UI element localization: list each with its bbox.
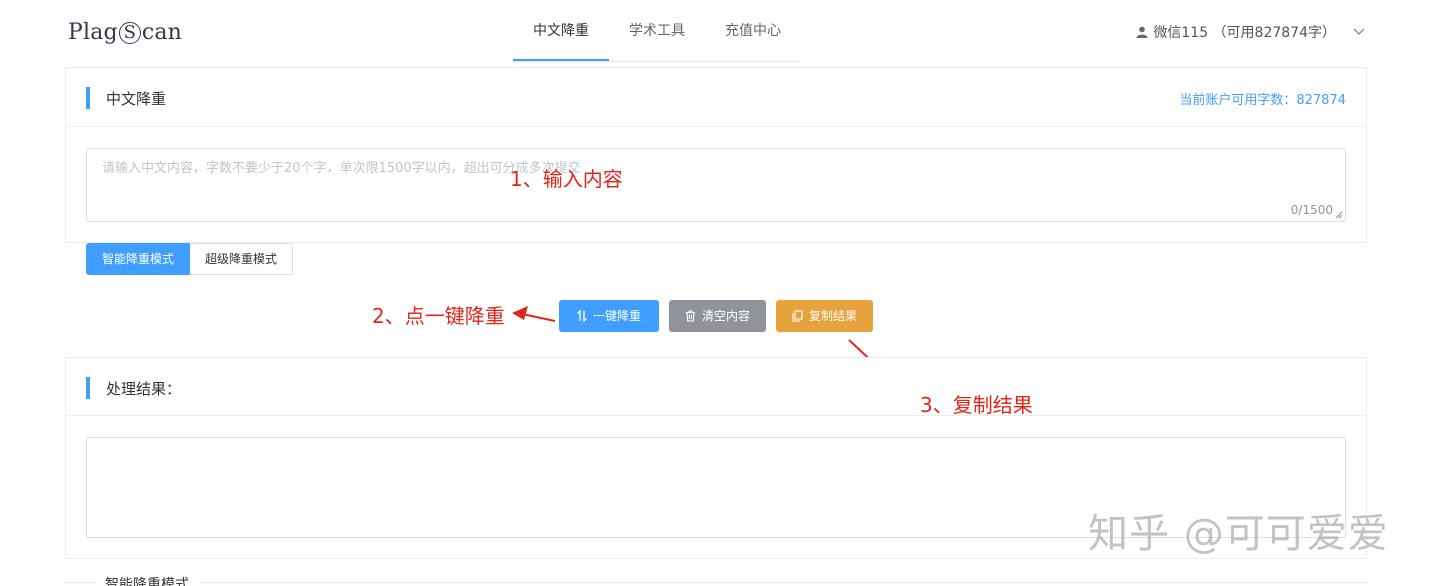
bottom-divider	[65, 582, 1367, 583]
copy-button-label: 复制结果	[808, 309, 857, 323]
swap-icon	[577, 310, 587, 322]
annotation-step3: 3、复制结果	[920, 393, 1033, 417]
zhihu-watermark: 知乎 @可可爱爱	[1088, 511, 1389, 557]
copy-icon	[792, 310, 803, 322]
result-card-title: 处理结果：	[106, 380, 182, 398]
page: Plag Scan 中文降重 学术工具 充值中心 微信115 （可用827874字…	[0, 0, 1438, 586]
result-card-header: 处理结果：	[66, 358, 1366, 416]
clear-content-button[interactable]: 清空内容	[669, 300, 766, 332]
arrow-to-reduce-icon	[512, 306, 556, 322]
bottom-section-title: 智能降重模式	[95, 574, 199, 586]
reduce-button-label: 一键降重	[592, 309, 641, 323]
one-click-reduce-button[interactable]: 一键降重	[559, 300, 659, 332]
title-accent-bar	[86, 377, 90, 399]
clear-button-label: 清空内容	[701, 309, 750, 323]
trash-icon	[685, 310, 695, 322]
copy-result-button[interactable]: 复制结果	[776, 300, 873, 332]
